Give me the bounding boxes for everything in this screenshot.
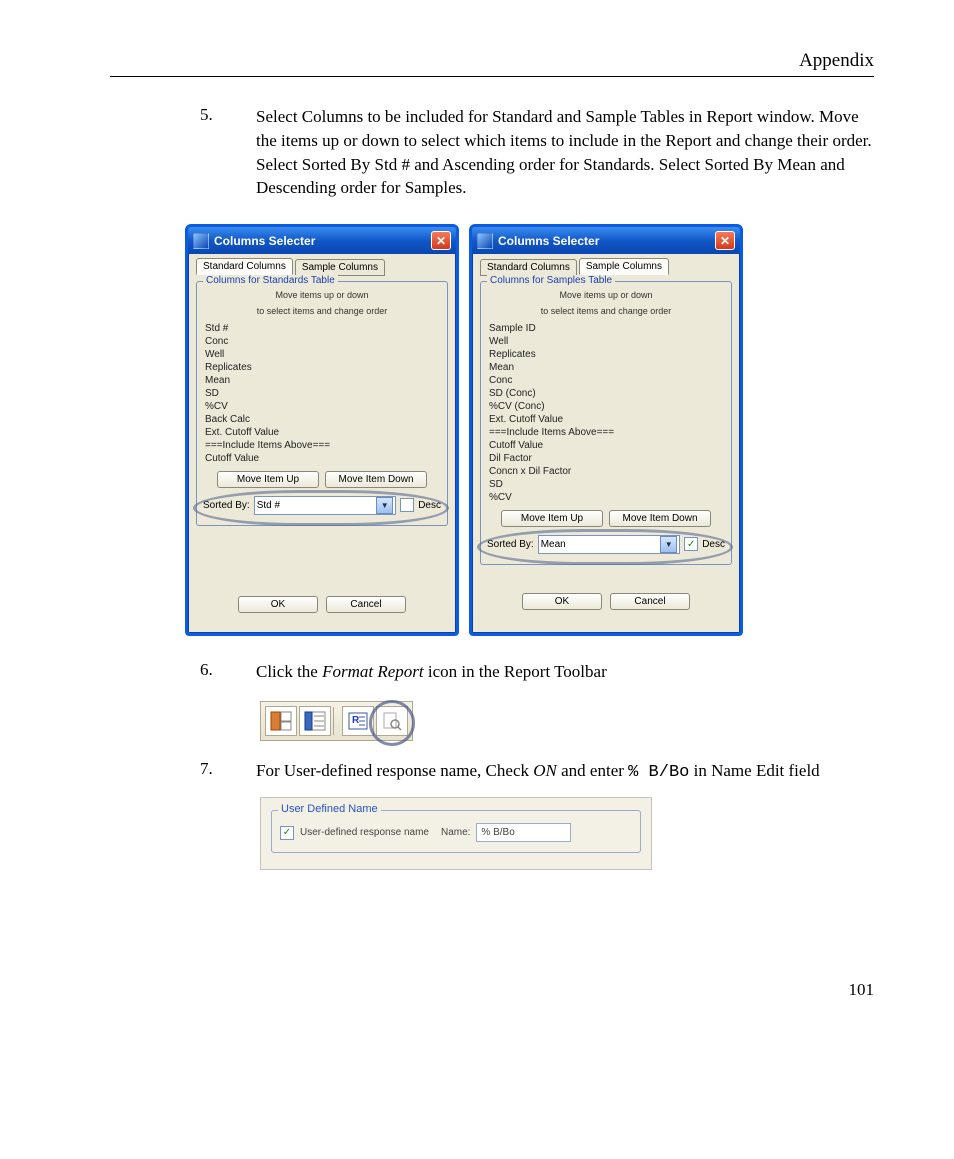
list-item[interactable]: Replicates xyxy=(203,361,441,374)
list-item[interactable]: SD xyxy=(487,478,725,491)
ok-button[interactable]: OK xyxy=(238,596,318,613)
tab-sample-columns[interactable]: Sample Columns xyxy=(295,259,385,276)
list-item[interactable]: Ext. Cutoff Value xyxy=(487,413,725,426)
dialog-title: Columns Selecter xyxy=(498,234,599,248)
close-button[interactable]: ✕ xyxy=(431,231,451,250)
list-item[interactable]: Cutoff Value xyxy=(203,452,441,465)
list-item[interactable]: Ext. Cutoff Value xyxy=(203,426,441,439)
columns-selecter-dialog-samples: Columns Selecter ✕ Standard Columns Samp… xyxy=(469,224,743,635)
desc-label: Desc xyxy=(702,539,725,550)
tab-standard-columns[interactable]: Standard Columns xyxy=(196,258,293,275)
move-item-down-button[interactable]: Move Item Down xyxy=(609,510,711,527)
columns-list[interactable]: Sample ID Well Replicates Mean Conc SD (… xyxy=(487,322,725,504)
group-title: Columns for Samples Table xyxy=(487,275,615,286)
list-item[interactable]: ===Include Items Above=== xyxy=(203,439,441,452)
chevron-down-icon: ▼ xyxy=(376,497,393,514)
list-item[interactable]: Mean xyxy=(203,374,441,387)
format-report-icon[interactable]: R xyxy=(342,706,374,736)
toolbar-icon-1[interactable] xyxy=(265,706,297,736)
hint-line-2: to select items and change order xyxy=(203,306,441,318)
sorted-by-value: Mean xyxy=(541,539,566,550)
list-item[interactable]: Replicates xyxy=(487,348,725,361)
desc-checkbox[interactable]: ✓ xyxy=(684,537,698,551)
list-item[interactable]: Conc xyxy=(203,335,441,348)
sorted-by-label: Sorted By: xyxy=(203,500,250,511)
step-6-text: Click the Format Report icon in the Repo… xyxy=(256,660,874,684)
columns-list[interactable]: Std # Conc Well Replicates Mean SD %CV B… xyxy=(203,322,441,465)
list-item[interactable]: SD (Conc) xyxy=(487,387,725,400)
columns-selecter-dialog-standards: Columns Selecter ✕ Standard Columns Samp… xyxy=(185,224,459,635)
step-5-text: Select Columns to be included for Standa… xyxy=(256,105,874,200)
name-label: Name: xyxy=(441,827,470,838)
list-item[interactable]: %CV xyxy=(203,400,441,413)
group-title: Columns for Standards Table xyxy=(203,275,338,286)
svg-text:R: R xyxy=(352,715,360,726)
close-button[interactable]: ✕ xyxy=(715,231,735,250)
list-item[interactable]: ===Include Items Above=== xyxy=(487,426,725,439)
report-toolbar: R xyxy=(260,701,413,741)
list-item[interactable]: Well xyxy=(203,348,441,361)
header-title: Appendix xyxy=(110,50,874,77)
hint-line-1: Move items up or down xyxy=(203,290,441,302)
list-item[interactable]: Cutoff Value xyxy=(487,439,725,452)
tab-sample-columns[interactable]: Sample Columns xyxy=(579,258,669,275)
step-7-number: 7. xyxy=(200,759,256,785)
list-item[interactable]: Sample ID xyxy=(487,322,725,335)
desc-checkbox[interactable] xyxy=(400,498,414,512)
list-item[interactable]: Well xyxy=(487,335,725,348)
list-item[interactable]: Conc xyxy=(487,374,725,387)
sorted-by-value: Std # xyxy=(257,500,280,511)
list-item[interactable]: Concn x Dil Factor xyxy=(487,465,725,478)
cancel-button[interactable]: Cancel xyxy=(326,596,406,613)
user-defined-checkbox[interactable]: ✓ xyxy=(280,826,294,840)
list-item[interactable]: %CV xyxy=(487,491,725,504)
dialog-title: Columns Selecter xyxy=(214,234,315,248)
list-item[interactable]: SD xyxy=(203,387,441,400)
toolbar-icon-2[interactable] xyxy=(299,706,331,736)
sorted-by-combo[interactable]: Std # ▼ xyxy=(254,496,397,515)
list-item[interactable]: %CV (Conc) xyxy=(487,400,725,413)
hint-line-2: to select items and change order xyxy=(487,306,725,318)
toolbar-separator xyxy=(333,707,340,735)
app-icon xyxy=(477,233,493,249)
cancel-button[interactable]: Cancel xyxy=(610,593,690,610)
hint-line-1: Move items up or down xyxy=(487,290,725,302)
ok-button[interactable]: OK xyxy=(522,593,602,610)
move-item-down-button[interactable]: Move Item Down xyxy=(325,471,427,488)
step-7-text: For User-defined response name, Check ON… xyxy=(256,759,874,785)
sorted-by-combo[interactable]: Mean ▼ xyxy=(538,535,681,554)
move-item-up-button[interactable]: Move Item Up xyxy=(217,471,319,488)
checkbox-label: User-defined response name xyxy=(300,827,429,838)
group-title: User Defined Name xyxy=(278,803,381,815)
chevron-down-icon: ▼ xyxy=(660,536,677,553)
list-item[interactable]: Mean xyxy=(487,361,725,374)
app-icon xyxy=(193,233,209,249)
step-6-number: 6. xyxy=(200,660,256,684)
magnify-icon[interactable] xyxy=(376,706,408,736)
user-defined-name-panel: User Defined Name ✓ User-defined respons… xyxy=(260,797,652,870)
page-number: 101 xyxy=(110,980,874,1000)
step-5-number: 5. xyxy=(200,105,256,200)
sorted-by-label: Sorted By: xyxy=(487,539,534,550)
list-item[interactable]: Std # xyxy=(203,322,441,335)
tab-standard-columns[interactable]: Standard Columns xyxy=(480,259,577,276)
list-item[interactable]: Back Calc xyxy=(203,413,441,426)
move-item-up-button[interactable]: Move Item Up xyxy=(501,510,603,527)
name-input[interactable]: % B/Bo xyxy=(476,823,571,842)
desc-label: Desc xyxy=(418,500,441,511)
list-item[interactable]: Dil Factor xyxy=(487,452,725,465)
